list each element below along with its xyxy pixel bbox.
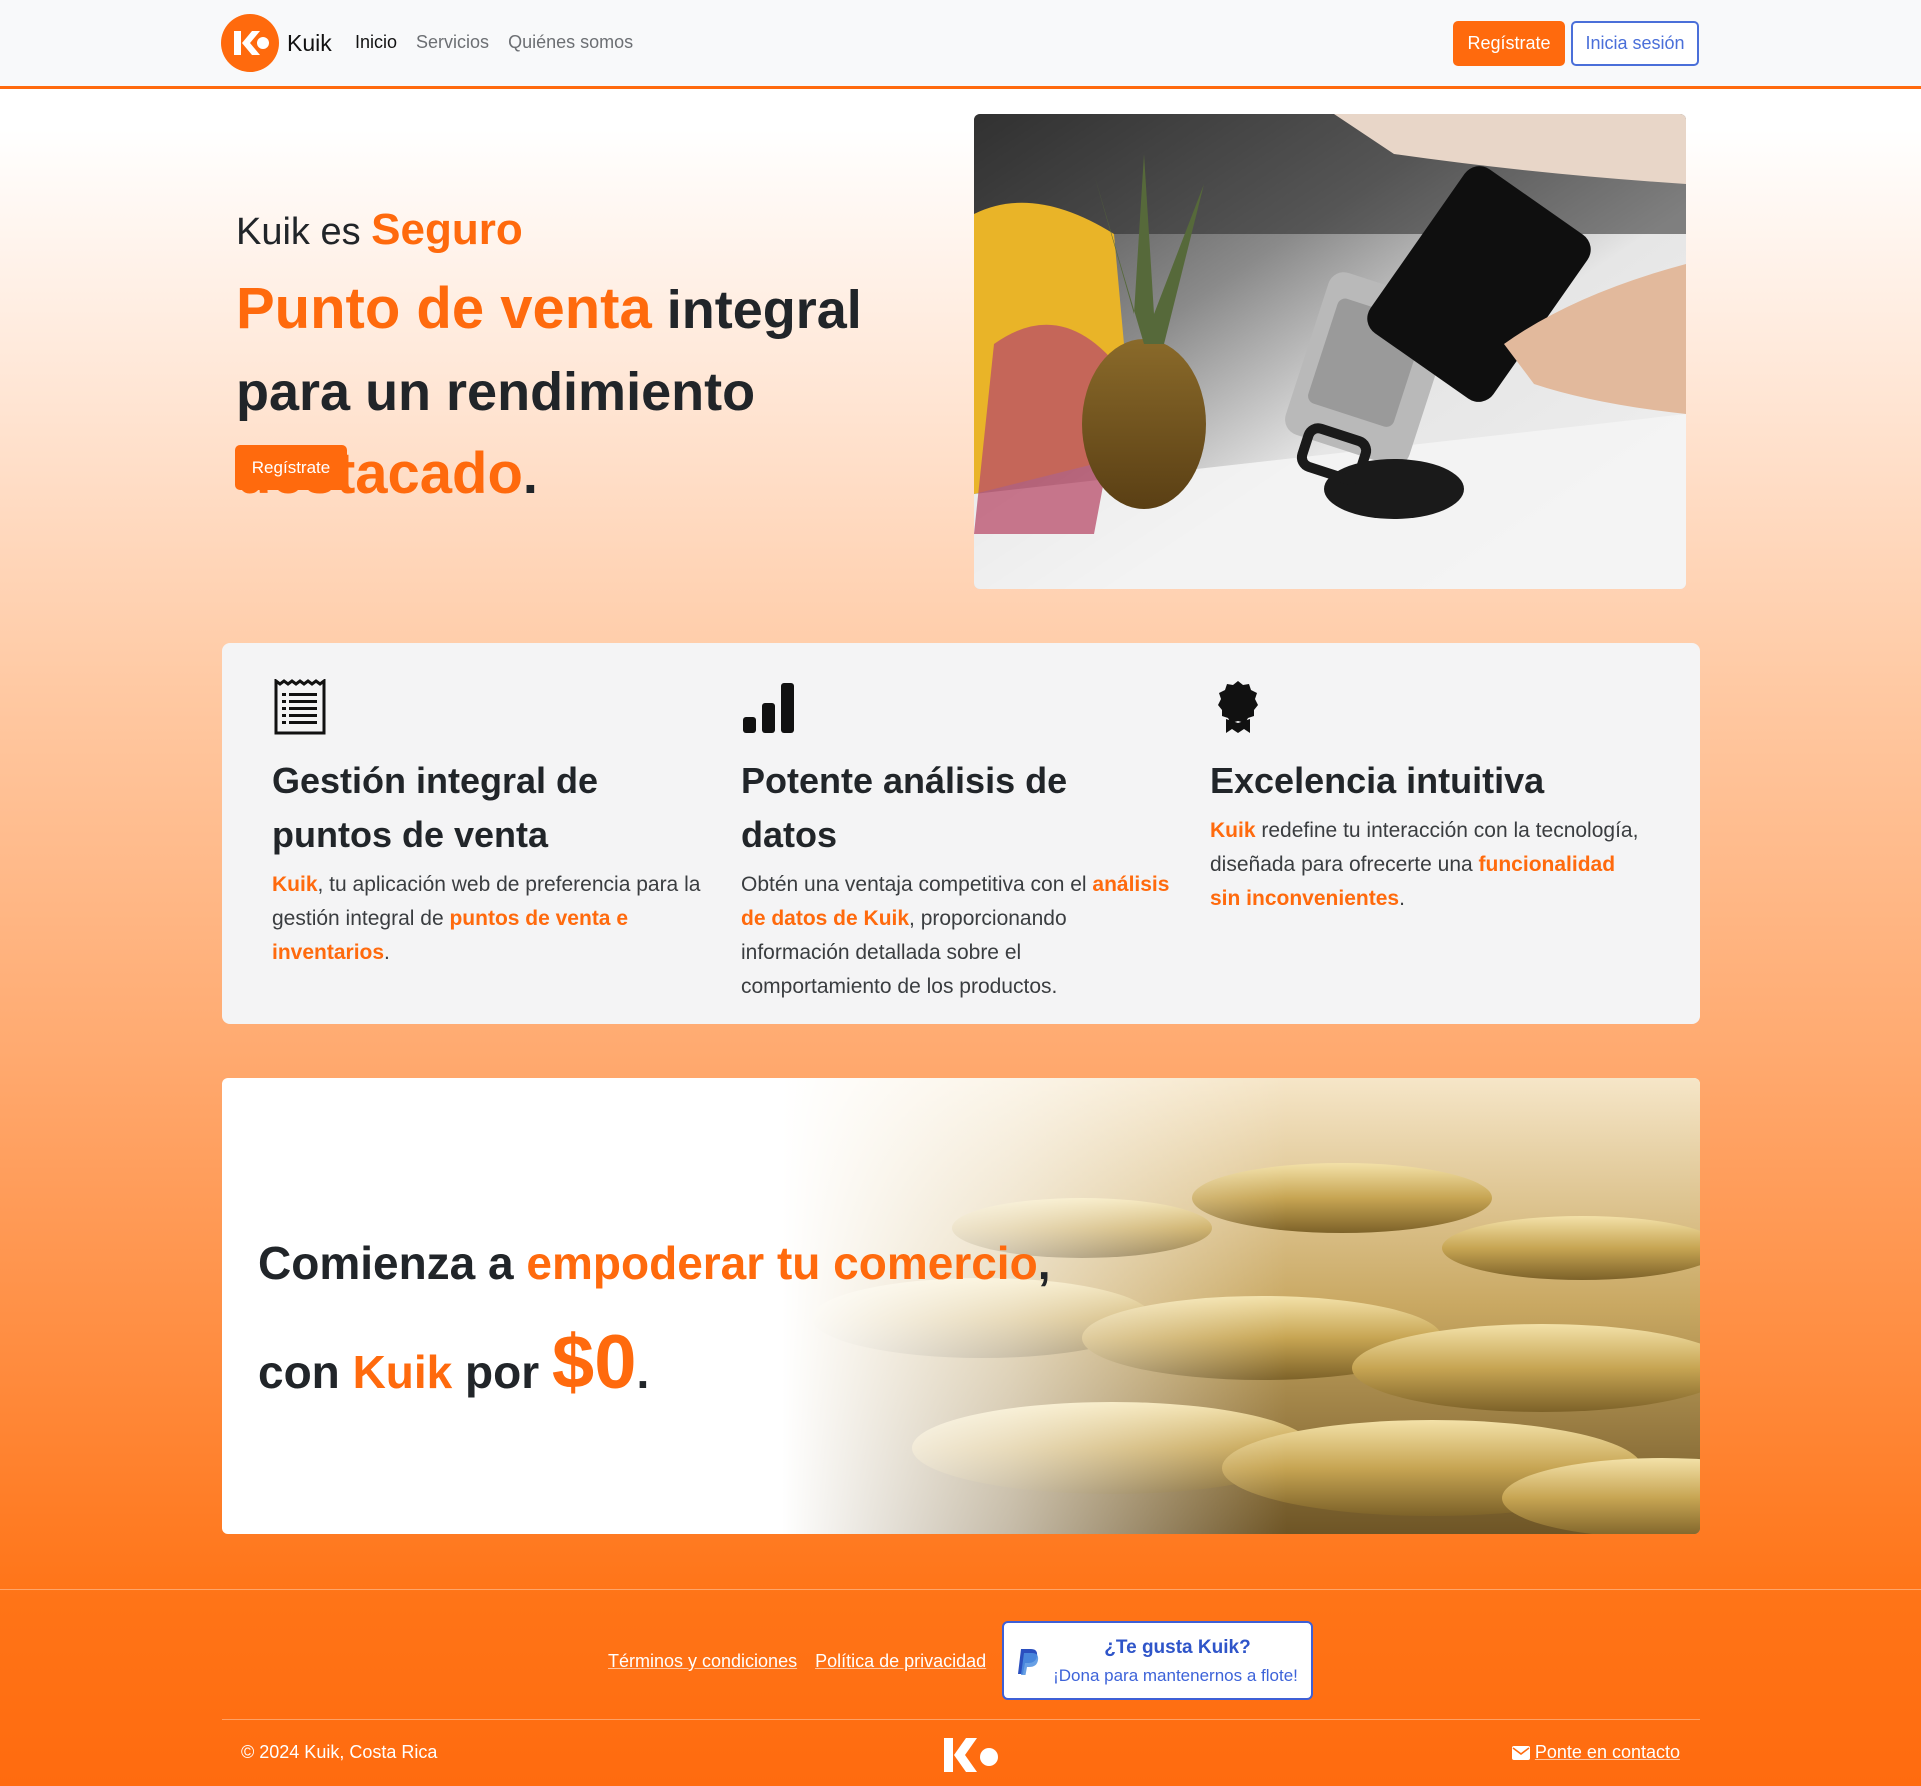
feature-highlight: Kuik: [272, 873, 318, 896]
cta-text-part: .: [636, 1346, 650, 1398]
feature-description: Obtén una ventaja competitiva con el aná…: [741, 868, 1171, 1004]
feature-text: .: [1399, 887, 1405, 910]
feature-text: Obtén una ventaja competitiva con el: [741, 873, 1093, 896]
hero-image-pos-payment: [974, 114, 1686, 589]
privacy-link[interactable]: Política de privacidad: [815, 1651, 986, 1672]
cta-price: $0: [551, 1320, 637, 1405]
footer-divider-inner: [222, 1719, 1700, 1720]
cta-line-1: Comienza a empoderar tu comercio,: [258, 1213, 1158, 1313]
terms-link[interactable]: Términos y condiciones: [608, 1651, 797, 1672]
nav-actions: Regístrate Inicia sesión: [1453, 21, 1699, 66]
contact-link[interactable]: Ponte en contacto: [1511, 1742, 1680, 1763]
hero-accent-1: Punto de venta: [236, 276, 652, 341]
feature-title: Excelencia intuitiva: [1210, 760, 1545, 801]
feature-description: Kuik redefine tu interacción con la tecn…: [1210, 814, 1640, 916]
feature-text: .: [384, 941, 390, 964]
kuik-footer-logo-icon: [944, 1738, 998, 1772]
feature-title: Gestión integral de puntos de venta: [272, 760, 599, 855]
cta-line-2: con Kuik por $0.: [258, 1313, 1158, 1422]
envelope-icon: [1511, 1745, 1530, 1760]
footer-links: Términos y condiciones Política de priva…: [608, 1651, 986, 1672]
donate-button[interactable]: ¿Te gusta Kuik? ¡Dona para mantenernos a…: [1002, 1621, 1313, 1700]
cta-text-part: ,: [1037, 1237, 1051, 1289]
hero-end: .: [522, 445, 538, 505]
donate-title: ¿Te gusta Kuik?: [1104, 1637, 1251, 1658]
cta-banner: Comienza a empoderar tu comercio, con Ku…: [222, 1078, 1700, 1534]
feature-title: Potente análisis de datos: [741, 760, 1068, 855]
register-button[interactable]: Regístrate: [1453, 21, 1565, 66]
features-panel: Gestión integral de puntos de venta Kuik…: [222, 643, 1700, 1024]
cta-text-part: por: [452, 1346, 552, 1398]
bar-chart-icon: [743, 683, 794, 733]
receipt-icon: [274, 678, 326, 735]
copyright: © 2024 Kuik, Costa Rica: [241, 1742, 438, 1762]
hero-prefix: Kuik es: [236, 211, 372, 253]
cta-text-part: Comienza a: [258, 1237, 527, 1289]
feature-description: Kuik, tu aplicación web de preferencia p…: [272, 868, 702, 970]
navbar: Kuik Inicio Servicios Quiénes somos Regí…: [0, 0, 1921, 89]
login-button[interactable]: Inicia sesión: [1571, 21, 1699, 66]
brand-name: Kuik: [287, 29, 332, 56]
award-icon: [1218, 681, 1258, 733]
donate-subtitle: ¡Dona para mantenernos a flote!: [1053, 1666, 1298, 1685]
hero-tagline: Kuik es Seguro: [236, 200, 936, 262]
cta-text-part: con: [258, 1346, 353, 1398]
feature-highlight: Kuik: [1210, 819, 1256, 842]
cta-text: Comienza a empoderar tu comercio, con Ku…: [258, 1213, 1158, 1422]
cta-highlight: Kuik: [352, 1346, 453, 1398]
contact-label: Ponte en contacto: [1534, 1742, 1680, 1762]
footer-divider: [0, 1589, 1921, 1590]
nav-link-inicio[interactable]: Inicio: [355, 32, 397, 53]
cta-highlight: empoderar tu comercio: [526, 1237, 1038, 1289]
hero-register-button[interactable]: Regístrate: [235, 445, 347, 490]
feature-intuitive: Excelencia intuitiva Kuik redefine tu in…: [1210, 679, 1640, 916]
nav-links: Inicio Servicios Quiénes somos: [355, 32, 633, 53]
feature-pos: Gestión integral de puntos de venta Kuik…: [272, 678, 702, 970]
hero-adjective: Seguro: [371, 205, 523, 254]
kuik-logo-icon: [221, 14, 279, 72]
nav-link-quienes-somos[interactable]: Quiénes somos: [508, 32, 633, 53]
feature-analytics: Potente análisis de datos Obtén una vent…: [741, 679, 1171, 1004]
brand[interactable]: Kuik: [221, 14, 332, 72]
nav-link-servicios[interactable]: Servicios: [416, 32, 489, 53]
